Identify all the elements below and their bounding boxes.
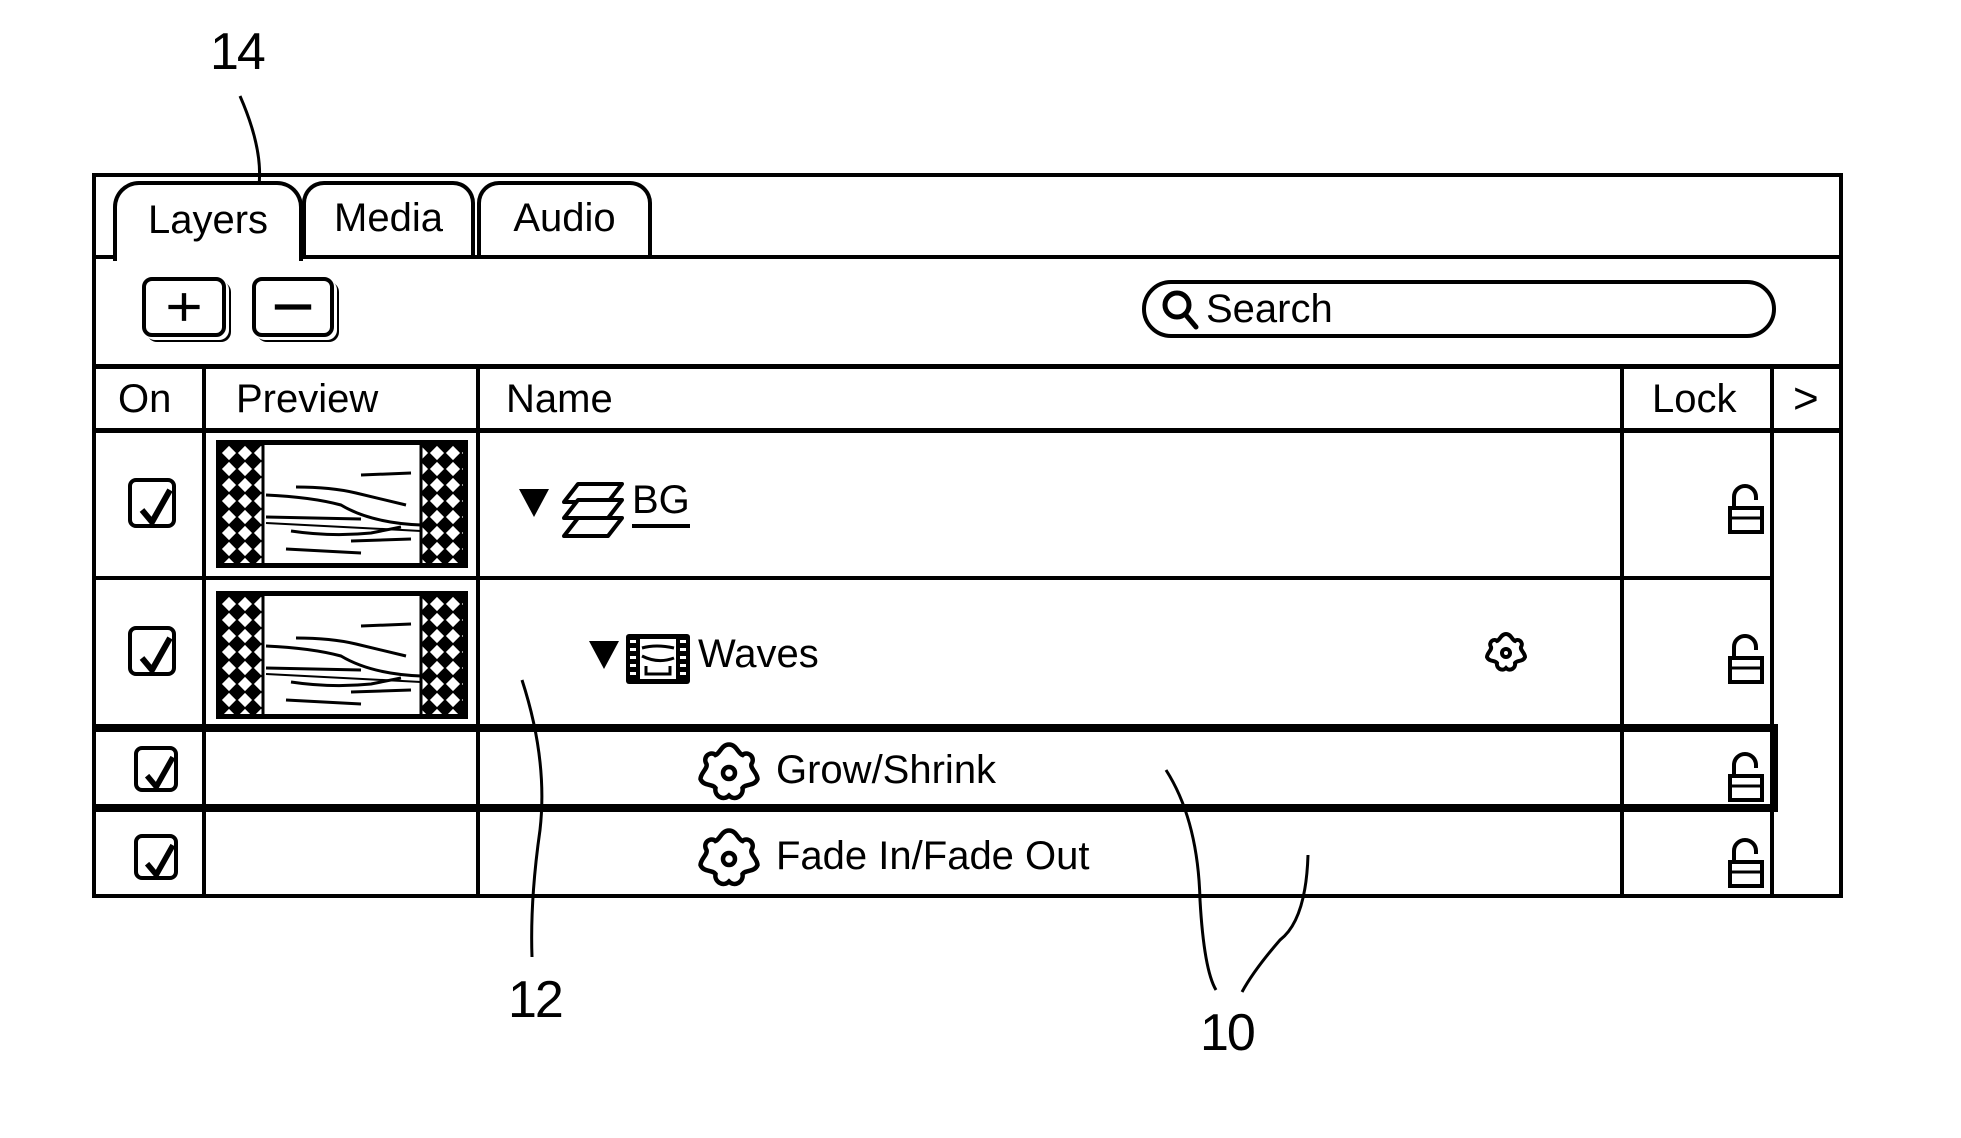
layer-preview-thumbnail [216, 440, 468, 568]
behavior-badge-gear-icon[interactable] [1483, 630, 1529, 676]
filmstrip-icon [626, 634, 690, 684]
visibility-checkbox[interactable] [134, 834, 178, 880]
checkmark-icon [139, 488, 173, 525]
callout-14: 14 [210, 23, 266, 81]
unlocked-padlock-icon[interactable] [1726, 752, 1766, 804]
tab-layers[interactable]: Layers [113, 181, 303, 261]
row-divider-selected-bottom [92, 804, 1774, 812]
checkmark-icon [144, 755, 176, 790]
column-header-name[interactable]: Name [506, 368, 613, 430]
add-layer-button[interactable] [142, 277, 226, 337]
disclosure-triangle-icon[interactable] [519, 489, 549, 517]
unlocked-padlock-icon[interactable] [1726, 634, 1766, 686]
tab-audio[interactable]: Audio [477, 181, 652, 257]
behavior-name[interactable]: Fade In/Fade Out [776, 834, 1090, 879]
unlocked-padlock-icon[interactable] [1726, 838, 1766, 890]
header-divider [92, 428, 1843, 433]
checkmark-icon [144, 843, 176, 878]
column-header-on[interactable]: On [118, 368, 171, 430]
behavior-gear-icon [698, 828, 760, 887]
layer-name[interactable]: BG [632, 478, 690, 528]
column-divider [476, 366, 480, 898]
tab-audio-label: Audio [513, 195, 616, 240]
minus-icon [274, 304, 312, 310]
magnifier-icon [1162, 290, 1199, 330]
column-divider [1770, 366, 1774, 898]
group-layers-icon [562, 482, 624, 538]
column-header-lock[interactable]: Lock [1652, 368, 1737, 430]
callout-12: 12 [508, 971, 564, 1029]
column-divider [202, 366, 206, 898]
tab-baseline-left [92, 255, 115, 259]
row-divider-selected-top [92, 724, 1774, 732]
plus-icon [168, 293, 200, 321]
layer-name[interactable]: Waves [698, 632, 819, 677]
tab-media-label: Media [334, 195, 443, 240]
disclosure-triangle-icon[interactable] [589, 641, 619, 669]
tab-media[interactable]: Media [302, 181, 475, 257]
search-field[interactable] [1142, 280, 1776, 338]
remove-layer-button[interactable] [252, 277, 334, 337]
search-input[interactable] [1206, 286, 1746, 332]
visibility-checkbox[interactable] [128, 626, 176, 676]
checkmark-icon [139, 636, 173, 673]
behavior-gear-icon [698, 742, 760, 801]
tab-layers-label: Layers [147, 197, 269, 242]
behavior-name[interactable]: Grow/Shrink [776, 748, 996, 793]
visibility-checkbox[interactable] [128, 478, 176, 528]
visibility-checkbox[interactable] [134, 746, 178, 792]
callout-10: 10 [1200, 1004, 1256, 1062]
unlocked-padlock-icon[interactable] [1726, 484, 1766, 536]
tab-baseline-right [299, 255, 1843, 259]
row-divider [92, 576, 1774, 580]
column-divider [1620, 366, 1624, 898]
layer-preview-thumbnail [216, 591, 468, 719]
more-columns-button[interactable]: > [1793, 368, 1819, 430]
column-header-preview[interactable]: Preview [236, 368, 378, 430]
